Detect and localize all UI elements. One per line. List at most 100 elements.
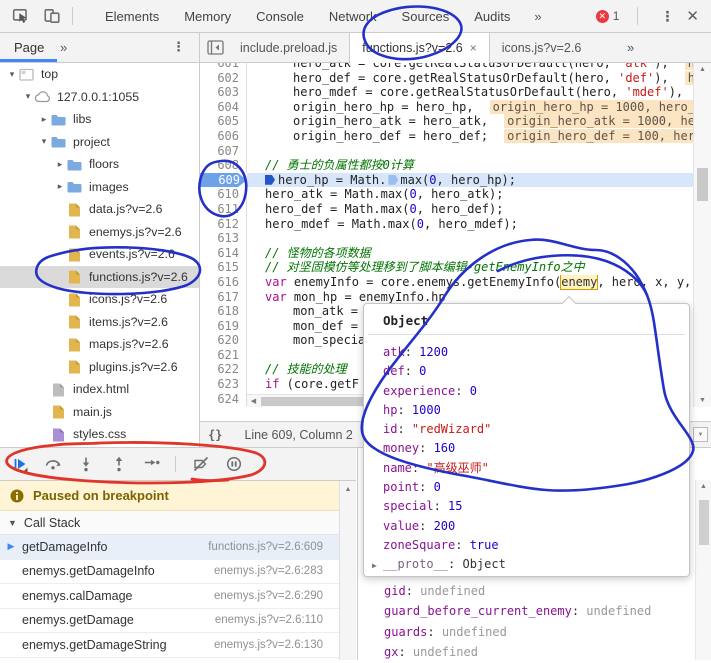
call-stack-frame[interactable]: enemys.getDamageStringenemys.js?v=2.6:13…: [0, 633, 339, 658]
line-number[interactable]: 621: [200, 348, 247, 363]
devtools-menu-icon[interactable]: ⋮: [660, 8, 674, 25]
scroll-left-icon[interactable]: ◀: [247, 395, 260, 407]
line-number[interactable]: 604: [200, 100, 247, 115]
step-out-button[interactable]: [111, 456, 127, 472]
tree-item-index.html[interactable]: index.html: [0, 378, 199, 401]
expanded-icon[interactable]: ▾: [38, 136, 50, 147]
line-number[interactable]: 623: [200, 377, 247, 392]
navigator-tab-page[interactable]: Page: [14, 40, 44, 55]
step-button[interactable]: [144, 456, 160, 472]
line-number[interactable]: 610: [200, 187, 247, 202]
file-tab[interactable]: functions.js?v=2.6×: [349, 33, 489, 63]
call-stack-frame[interactable]: enemys.getDamageInfoenemys.js?v=2.6:283: [0, 560, 339, 585]
navigator-tabs-overflow[interactable]: »: [60, 40, 67, 55]
line-number[interactable]: 609: [200, 173, 247, 188]
tree-item-functions.js-v-2.6[interactable]: functions.js?v=2.6: [0, 266, 199, 289]
step-over-button[interactable]: [45, 456, 61, 472]
tree-item-enemys.js-v-2.6[interactable]: enemys.js?v=2.6: [0, 221, 199, 244]
step-into-button[interactable]: [78, 456, 94, 472]
file-tab[interactable]: icons.js?v=2.6: [490, 33, 594, 63]
tree-item-items.js-v-2.6[interactable]: items.js?v=2.6: [0, 311, 199, 334]
line-number[interactable]: 608: [200, 158, 247, 173]
inspect-element-icon[interactable]: [11, 7, 31, 25]
line-number[interactable]: 613: [200, 231, 247, 246]
line-number[interactable]: 607: [200, 144, 247, 159]
tree-item-top[interactable]: ▾top: [0, 63, 199, 86]
navigator-menu-icon[interactable]: ⋮: [172, 39, 185, 55]
line-number[interactable]: 619: [200, 319, 247, 334]
line-number[interactable]: 602: [200, 71, 247, 86]
tree-item-libs[interactable]: ▸libs: [0, 108, 199, 131]
toggle-navigator-icon[interactable]: [207, 40, 224, 55]
scroll-up-icon[interactable]: ▲: [340, 483, 356, 496]
expanded-icon[interactable]: ▾: [6, 69, 18, 80]
pretty-print-icon[interactable]: {}: [208, 428, 222, 442]
scope-variable[interactable]: guard_before_current_enemy: undefined: [384, 601, 651, 622]
line-number[interactable]: 612: [200, 217, 247, 232]
panel-tab-sources[interactable]: Sources: [402, 9, 450, 24]
panel-tab-audits[interactable]: Audits: [474, 9, 510, 24]
tree-item-main.js[interactable]: main.js: [0, 401, 199, 424]
scrollbar-thumb[interactable]: [697, 168, 708, 201]
call-stack-frame[interactable]: ▶getDamageInfofunctions.js?v=2.6:609: [0, 535, 339, 560]
panel-tabs-overflow[interactable]: »: [534, 9, 541, 24]
statusbar-widget-icon[interactable]: ▼: [693, 427, 708, 442]
line-number[interactable]: 620: [200, 333, 247, 348]
line-number[interactable]: 606: [200, 129, 247, 144]
device-toolbar-icon[interactable]: [42, 7, 62, 25]
line-number[interactable]: 617: [200, 290, 247, 305]
expand-icon[interactable]: ▶: [372, 556, 383, 575]
resume-button[interactable]: [12, 456, 28, 472]
file-tab[interactable]: include.preload.js: [228, 33, 349, 63]
collapsed-icon[interactable]: ▸: [38, 114, 50, 125]
line-number[interactable]: 601: [200, 63, 247, 71]
collapsed-icon[interactable]: ▸: [54, 181, 66, 192]
line-number[interactable]: 605: [200, 114, 247, 129]
tree-item-maps.js-v-2.6[interactable]: maps.js?v=2.6: [0, 333, 199, 356]
error-badge-icon[interactable]: ✕: [596, 10, 609, 23]
line-number[interactable]: 624: [200, 392, 247, 407]
callstack-scrollbar[interactable]: ▲: [339, 481, 356, 660]
collapsed-icon[interactable]: ▸: [54, 159, 66, 170]
panel-tab-network[interactable]: Network: [329, 9, 377, 24]
tree-item-project[interactable]: ▾project: [0, 131, 199, 154]
hovered-token[interactable]: enemy: [561, 275, 597, 289]
deactivate-breakpoints-button[interactable]: [193, 456, 209, 472]
call-stack-header[interactable]: ▼ Call Stack: [0, 511, 339, 535]
call-stack-frame[interactable]: enemys.getDamageenemys.js?v=2.6:110: [0, 609, 339, 634]
collapse-icon[interactable]: ▼: [8, 518, 17, 528]
line-number[interactable]: 603: [200, 85, 247, 100]
error-count[interactable]: 1: [613, 9, 620, 23]
scope-variable[interactable]: gid: undefined: [384, 581, 651, 602]
line-number[interactable]: 611: [200, 202, 247, 217]
scope-variable[interactable]: guards: undefined: [384, 622, 651, 643]
panel-tab-console[interactable]: Console: [256, 9, 304, 24]
call-stack-frame[interactable]: enemys.calDamageenemys.js?v=2.6:290: [0, 584, 339, 609]
close-devtools-icon[interactable]: ✕: [686, 7, 699, 25]
line-number[interactable]: 614: [200, 246, 247, 261]
tree-item-127.0.0.1-1055[interactable]: ▾127.0.0.1:1055: [0, 86, 199, 109]
close-tab-icon[interactable]: ×: [470, 41, 477, 55]
scrollbar-thumb[interactable]: [699, 500, 709, 545]
tree-item-images[interactable]: ▸images: [0, 176, 199, 199]
panel-tab-memory[interactable]: Memory: [184, 9, 231, 24]
line-number[interactable]: 615: [200, 260, 247, 275]
line-number[interactable]: 622: [200, 362, 247, 377]
tree-item-styles.css[interactable]: styles.css: [0, 423, 199, 446]
pause-on-exceptions-button[interactable]: [226, 456, 242, 472]
scroll-up-icon[interactable]: ▲: [694, 63, 711, 76]
scroll-down-icon[interactable]: ▼: [694, 394, 711, 407]
scope-variable[interactable]: gx: undefined: [384, 642, 651, 663]
line-number[interactable]: 618: [200, 304, 247, 319]
scope-scrollbar[interactable]: ▲: [695, 480, 711, 660]
tree-item-floors[interactable]: ▸floors: [0, 153, 199, 176]
tree-item-events.js-v-2.6[interactable]: events.js?v=2.6: [0, 243, 199, 266]
tree-item-plugins.js-v-2.6[interactable]: plugins.js?v=2.6: [0, 356, 199, 379]
object-property[interactable]: ▶__proto__: Object: [383, 555, 689, 575]
file-tabs-overflow[interactable]: »: [627, 40, 634, 55]
expanded-icon[interactable]: ▾: [22, 91, 34, 102]
line-number[interactable]: 616: [200, 275, 247, 290]
panel-tab-elements[interactable]: Elements: [105, 9, 159, 24]
tree-item-data.js-v-2.6[interactable]: data.js?v=2.6: [0, 198, 199, 221]
tree-item-icons.js-v-2.6[interactable]: icons.js?v=2.6: [0, 288, 199, 311]
